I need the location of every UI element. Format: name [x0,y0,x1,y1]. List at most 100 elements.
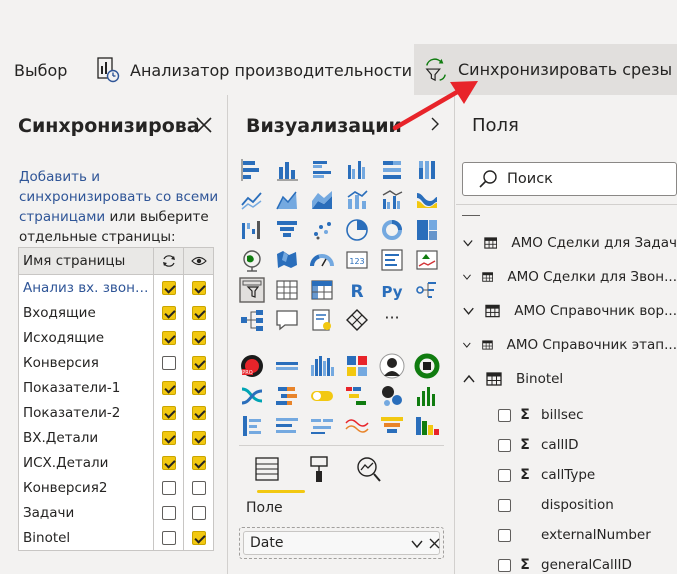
waterfall-chart-icon[interactable] [239,217,265,243]
field-well[interactable]: Date [239,527,444,559]
select-button[interactable]: Выбор [0,44,67,96]
custom-visual-tornado-icon[interactable] [274,383,300,409]
visible-checkbox[interactable] [191,405,206,420]
filled-map-icon[interactable] [274,247,300,273]
visible-checkbox[interactable] [191,455,206,470]
visible-checkbox[interactable] [191,380,206,395]
custom-visual-bubble-icon[interactable] [379,383,405,409]
treemap-icon[interactable] [414,217,440,243]
custom-visual-wave-icon[interactable] [344,413,370,439]
field-item[interactable]: ΣexternalNumber [498,523,651,547]
field-item[interactable]: ΣgeneralCallID [498,553,632,574]
100-stacked-bar-icon[interactable] [379,157,405,183]
sync-column-header[interactable] [153,248,183,274]
sync-checkbox[interactable] [161,530,176,545]
custom-visual-tiles-icon[interactable] [344,353,370,379]
sync-checkbox[interactable] [161,305,176,320]
clustered-bar-chart-icon[interactable] [309,157,335,183]
funnel-chart-icon[interactable] [274,217,300,243]
custom-visual-sankey-icon[interactable] [239,383,265,409]
close-icon[interactable] [194,115,214,135]
power-apps-icon[interactable] [344,307,370,333]
sync-checkbox[interactable] [161,355,176,370]
chevron-down-icon[interactable] [462,272,472,282]
custom-visual-gantt-icon[interactable] [239,413,265,439]
stacked-bar-chart-icon[interactable] [239,157,265,183]
custom-visual-toggle-icon[interactable] [309,383,335,409]
field-checkbox[interactable] [498,498,511,512]
sync-checkbox[interactable] [161,405,176,420]
visible-checkbox[interactable] [191,430,206,445]
smart-narrative-icon[interactable] [309,307,335,333]
field-checkbox[interactable] [498,408,511,422]
remove-field-icon[interactable] [429,538,440,549]
sync-checkbox[interactable] [161,330,176,345]
scatter-chart-icon[interactable] [309,217,335,243]
table-item[interactable]: Binotel [462,366,677,392]
field-checkbox[interactable] [498,528,511,542]
analytics-tab-icon[interactable] [354,454,382,484]
table-item[interactable]: АМО Справочник этап... [462,332,677,358]
chevron-down-icon[interactable] [410,538,424,550]
custom-visual-bar-icon[interactable] [274,413,300,439]
fields-search-box[interactable] [462,162,677,196]
python-visual-icon[interactable]: Py [379,277,405,303]
key-influencers-icon[interactable] [414,277,440,303]
map-icon[interactable] [239,247,265,273]
line-chart-icon[interactable] [239,187,265,213]
sync-checkbox[interactable] [161,455,176,470]
custom-visual-timeline-icon[interactable] [344,383,370,409]
area-chart-icon[interactable] [274,187,300,213]
decomposition-tree-icon[interactable] [239,307,265,333]
qa-visual-icon[interactable] [274,307,300,333]
custom-visual-avatar-icon[interactable] [379,353,405,379]
visible-checkbox[interactable] [191,480,206,495]
visible-checkbox[interactable] [191,505,206,520]
donut-chart-icon[interactable] [379,217,405,243]
table-visual-icon[interactable] [274,277,300,303]
stacked-area-chart-icon[interactable] [309,187,335,213]
r-script-visual-icon[interactable]: R [344,277,370,303]
visible-checkbox[interactable] [191,305,206,320]
sync-checkbox[interactable] [161,505,176,520]
chevron-down-icon[interactable] [462,306,475,316]
visible-checkbox[interactable] [191,355,206,370]
field-checkbox[interactable] [498,468,511,482]
sync-checkbox[interactable] [161,480,176,495]
field-checkbox[interactable] [498,438,511,452]
100-stacked-column-icon[interactable] [414,157,440,183]
custom-visual-lines-icon[interactable] [309,413,335,439]
fields-tab-icon[interactable] [253,454,281,484]
chevron-up-icon[interactable] [462,374,476,384]
sync-checkbox[interactable] [161,280,176,295]
field-checkbox[interactable] [498,558,511,572]
custom-visual-ring-icon[interactable] [414,353,440,379]
field-chip-date[interactable]: Date [243,531,440,555]
custom-visual-pbi-icon[interactable]: PRO [239,353,265,379]
custom-visual-histogram-icon[interactable] [309,353,335,379]
search-input[interactable] [507,171,657,187]
performance-analyzer-button[interactable]: Анализатор производительности [96,44,412,96]
matrix-icon[interactable] [309,277,335,303]
card-icon[interactable]: 123 [344,247,370,273]
table-item[interactable]: АМО Сделки для Звон... [462,264,677,290]
line-and-clustered-column-icon[interactable] [379,187,405,213]
table-item[interactable]: АМО Сделки для Задач [462,230,677,256]
slicer-icon[interactable] [239,277,265,303]
line-and-column-chart-icon[interactable] [344,187,370,213]
visibility-column-header[interactable] [183,248,213,274]
custom-visual-bullet-icon[interactable] [274,353,300,379]
clustered-column-chart-icon[interactable] [344,157,370,183]
stacked-column-chart-icon[interactable] [274,157,300,183]
custom-visual-column-icon[interactable] [414,383,440,409]
visible-checkbox[interactable] [191,280,206,295]
more-visuals-icon[interactable]: ··· [379,307,405,333]
custom-visual-funnel-icon[interactable] [379,413,405,439]
chevron-down-icon[interactable] [462,238,474,248]
format-tab-icon[interactable] [305,454,333,484]
field-item[interactable]: Σbillsec [498,403,584,427]
multi-row-card-icon[interactable] [379,247,405,273]
field-item[interactable]: Σdisposition [498,493,614,517]
field-item[interactable]: ΣcallID [498,433,579,457]
visible-checkbox[interactable] [191,530,206,545]
